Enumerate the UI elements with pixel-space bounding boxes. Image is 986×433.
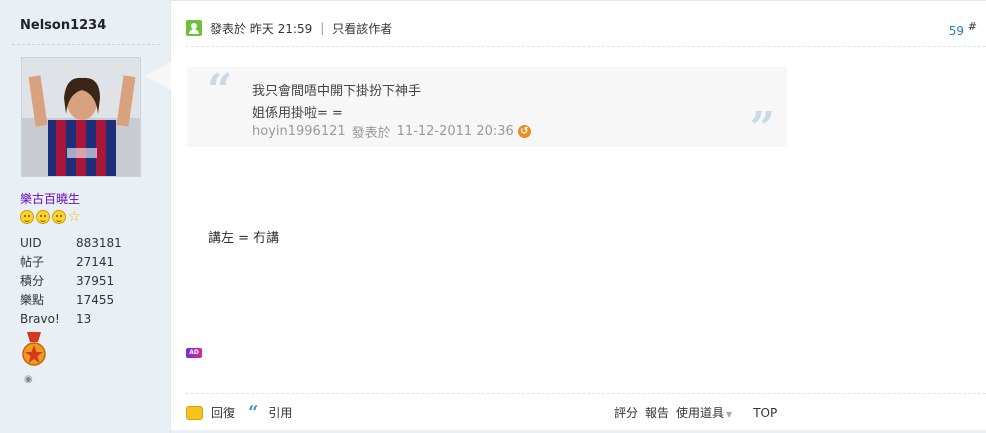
- open-quote-icon: “: [207, 65, 233, 116]
- post-footer: 回復 “ 引用 評分 報告 使用道具 ▼ TOP: [186, 401, 786, 423]
- floor-hash: #: [967, 20, 977, 33]
- floor-number[interactable]: 59: [949, 24, 964, 38]
- quote-date: 11-12-2011 20:36: [396, 124, 514, 139]
- stat-row-uid: UID 883181: [20, 234, 150, 253]
- medal-icon[interactable]: [22, 332, 46, 368]
- stat-key: UID: [20, 236, 42, 250]
- chevron-down-icon: ▼: [726, 410, 733, 419]
- header-separator: [186, 46, 986, 47]
- header-divider: |: [320, 21, 325, 35]
- stat-row-bravo: Bravo! 13: [20, 310, 150, 329]
- author-stats: UID 883181 帖子 27141 積分 37951 樂點 17455 Br…: [20, 234, 150, 329]
- author-divider: [12, 44, 160, 45]
- close-quote-icon: ”: [749, 103, 775, 154]
- quote-posted-label: 發表於: [351, 126, 391, 141]
- star-rank-icon: ☆: [68, 209, 81, 225]
- stat-key: Bravo!: [20, 312, 60, 326]
- stat-value: 37951: [76, 274, 115, 288]
- post-body: 講左 = 冇講: [208, 231, 280, 246]
- smiley-rank-icon: [20, 210, 34, 224]
- stat-value: 13: [76, 312, 92, 326]
- rate-link[interactable]: 評分: [614, 404, 638, 421]
- stat-value[interactable]: 27141: [76, 253, 114, 272]
- user-group-label[interactable]: 樂古百曉生: [20, 190, 80, 207]
- top-link[interactable]: TOP: [753, 406, 777, 420]
- magnifier-icon[interactable]: ◉: [24, 374, 36, 386]
- stat-key: 帖子: [20, 255, 45, 269]
- quote-meta: hoyin1996121 發表於 11-12-2011 20:36 ↺: [252, 122, 531, 141]
- only-author-link[interactable]: 只看該作者: [332, 20, 392, 37]
- rank-stars: ☆: [20, 210, 82, 224]
- jump-to-post-icon[interactable]: ↺: [517, 125, 531, 138]
- tools-dropdown[interactable]: 使用道具 ▼: [676, 404, 732, 421]
- online-status-icon: [186, 20, 202, 36]
- tools-label: 使用道具: [676, 406, 725, 420]
- quote-block: “ 我只會間唔中開下掛扮下神手 姐係用掛啦= = hoyin1996121 發表…: [187, 65, 787, 151]
- smiley-rank-icon: [36, 210, 50, 224]
- ad-badge[interactable]: AD: [186, 348, 202, 358]
- speech-pointer: [145, 62, 171, 90]
- stat-row-points: 積分 37951: [20, 272, 150, 291]
- quote-button[interactable]: “ 引用: [248, 401, 293, 423]
- quote-user: hoyin1996121: [252, 124, 346, 139]
- reply-button[interactable]: 回復: [186, 404, 235, 421]
- avatar-image: [22, 58, 140, 176]
- author-name[interactable]: Nelson1234: [20, 18, 106, 33]
- stat-row-coins: 樂點 17455: [20, 291, 150, 310]
- post-header: 發表於 昨天 21:59 | 只看該作者: [186, 18, 978, 38]
- stat-value: 17455: [76, 293, 115, 307]
- quote-icon: “: [248, 401, 259, 423]
- post-time: 發表於 昨天 21:59: [210, 21, 313, 36]
- stat-value[interactable]: 883181: [76, 234, 122, 253]
- quote-text-line: 姐係用掛啦= =: [252, 106, 343, 121]
- report-link[interactable]: 報告: [645, 404, 669, 421]
- reply-label: 回復: [211, 406, 236, 420]
- reply-icon: [186, 405, 203, 420]
- stat-row-posts: 帖子 27141: [20, 253, 150, 272]
- stat-key: 積分: [20, 274, 45, 288]
- stat-key: 樂點: [20, 293, 45, 307]
- avatar[interactable]: [21, 57, 141, 177]
- quote-text-line: 我只會間唔中開下掛扮下神手: [252, 84, 422, 99]
- footer-separator: [186, 393, 986, 394]
- smiley-rank-icon: [52, 210, 66, 224]
- footer-actions: 評分 報告 使用道具 ▼ TOP: [614, 404, 777, 421]
- quote-label: 引用: [268, 406, 293, 420]
